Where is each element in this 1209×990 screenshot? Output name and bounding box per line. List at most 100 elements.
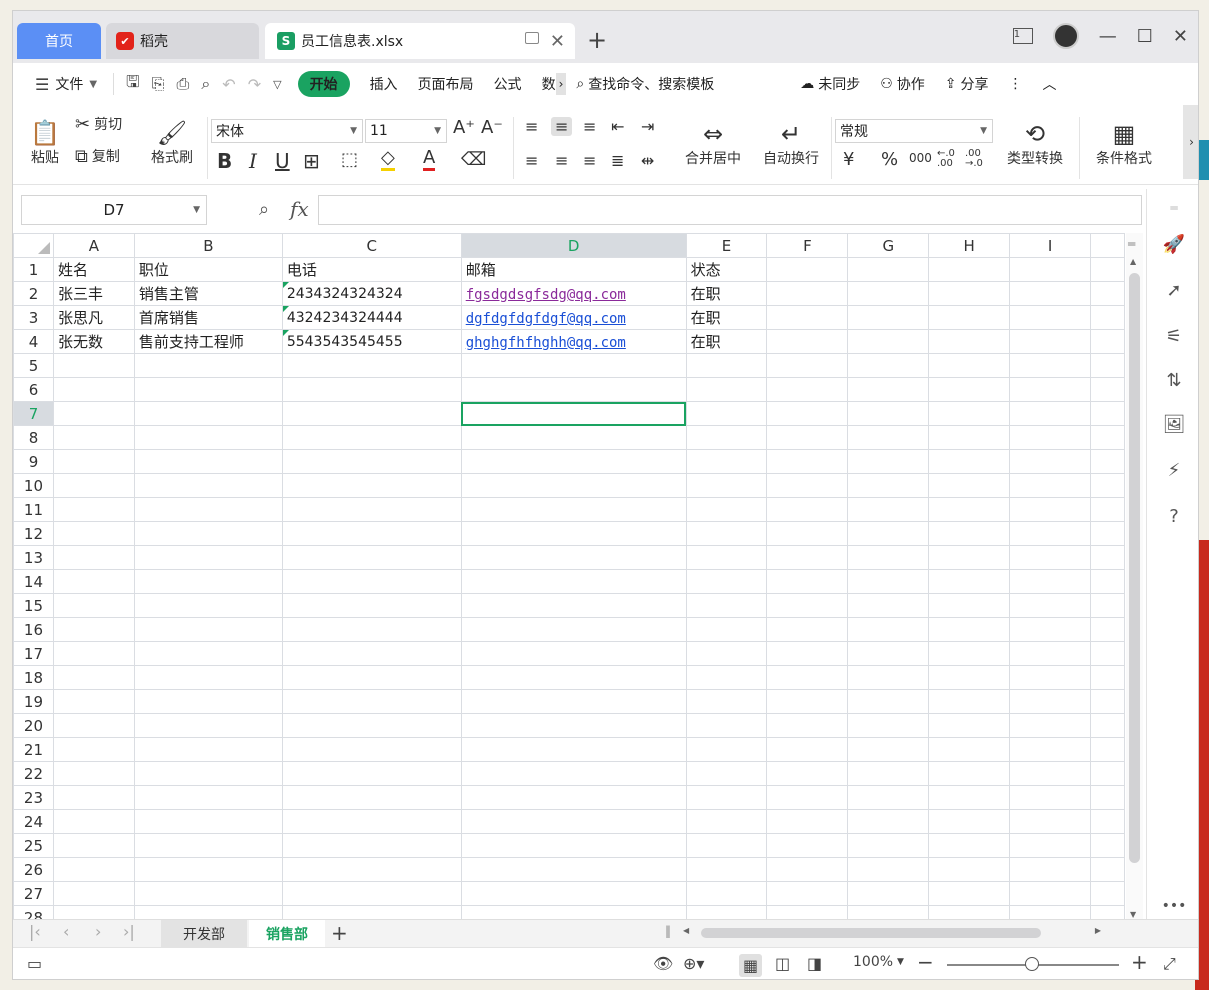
cell-h2[interactable]	[928, 281, 1011, 306]
cursor-select-icon[interactable]: ➚	[1161, 277, 1187, 303]
cell-f13[interactable]	[766, 545, 849, 570]
cell-g3[interactable]	[847, 305, 930, 330]
italic-icon[interactable]: I	[249, 149, 257, 173]
eye-protection-icon[interactable]: 👁	[653, 954, 673, 973]
prev-sheet-icon[interactable]: ‹	[63, 922, 69, 941]
cell-d8[interactable]	[460, 425, 687, 450]
row-header[interactable]: 16	[13, 617, 54, 642]
cell-g13[interactable]	[847, 545, 930, 570]
command-search[interactable]: ⌕ 查找命令、搜索模板	[576, 74, 714, 94]
sync-button[interactable]: ☁ 未同步	[800, 74, 860, 94]
cell-g14[interactable]	[847, 569, 930, 594]
cell-d26[interactable]	[460, 857, 687, 882]
cell-h20[interactable]	[928, 713, 1011, 738]
fill-color-icon[interactable]: ◇	[381, 147, 395, 171]
cell-b16[interactable]	[133, 617, 283, 642]
cell-b6[interactable]	[133, 377, 283, 402]
row-header[interactable]: 5	[13, 353, 54, 378]
cell-d15[interactable]	[460, 593, 687, 618]
align-center-icon[interactable]: ≡	[555, 151, 568, 170]
cell-g23[interactable]	[847, 785, 930, 810]
cell-g4[interactable]	[847, 329, 930, 354]
tab-document[interactable]: S 员工信息表.xlsx ✕	[265, 23, 575, 59]
cell-i10[interactable]	[1009, 473, 1091, 498]
cell-e19[interactable]	[685, 689, 768, 714]
view-mode-icon[interactable]: ⊕▾	[683, 954, 704, 973]
cell-b2[interactable]: 销售主管	[133, 281, 283, 306]
cell-h15[interactable]	[928, 593, 1011, 618]
column-header-c[interactable]: C	[281, 233, 462, 258]
bold-icon[interactable]: B	[217, 149, 232, 173]
cell-b19[interactable]	[133, 689, 283, 714]
cell-d10[interactable]	[460, 473, 687, 498]
number-format-select[interactable]: 常规 ▼	[835, 119, 993, 143]
cell-a11[interactable]	[52, 497, 135, 522]
cell-c2[interactable]: 2434324324324	[281, 281, 462, 306]
cell-d23[interactable]	[460, 785, 687, 810]
cell-b4[interactable]: 售前支持工程师	[133, 329, 283, 354]
cell-e7[interactable]	[685, 401, 768, 426]
close-tab-icon[interactable]: ✕	[550, 31, 565, 52]
cell-e5[interactable]	[685, 353, 768, 378]
decrease-font-icon[interactable]: A⁻	[481, 117, 503, 138]
cell-a4[interactable]: 张无数	[52, 329, 135, 354]
cell-c19[interactable]	[281, 689, 462, 714]
split-handle-icon[interactable]: ‖	[665, 924, 671, 938]
cell-i11[interactable]	[1009, 497, 1091, 522]
scroll-right-icon[interactable]: ▶	[1095, 926, 1101, 935]
cell-i2[interactable]	[1009, 281, 1091, 306]
cell-b14[interactable]	[133, 569, 283, 594]
image-gallery-icon[interactable]: 🖼	[1161, 411, 1187, 437]
align-middle-icon[interactable]: ≡	[551, 117, 573, 136]
cell-d17[interactable]	[460, 641, 687, 666]
border-icon[interactable]: ⊞	[303, 149, 320, 173]
cell-f21[interactable]	[766, 737, 849, 762]
cell-g9[interactable]	[847, 449, 930, 474]
cell-a10[interactable]	[52, 473, 135, 498]
convert-type-button[interactable]: ⟲ 类型转换	[997, 111, 1073, 177]
conditional-format-button[interactable]: ▦ 条件格式	[1085, 111, 1163, 177]
cell-c4[interactable]: 5543543545455	[281, 329, 462, 354]
row-header[interactable]: 17	[13, 641, 54, 666]
cell-a13[interactable]	[52, 545, 135, 570]
cell-a8[interactable]	[52, 425, 135, 450]
cell-h18[interactable]	[928, 665, 1011, 690]
row-header[interactable]: 12	[13, 521, 54, 546]
cell-g21[interactable]	[847, 737, 930, 762]
cell-b13[interactable]	[133, 545, 283, 570]
cell-f7[interactable]	[766, 401, 849, 426]
cell-e12[interactable]	[685, 521, 768, 546]
eraser-icon[interactable]: ⌫	[461, 149, 486, 170]
cell-i24[interactable]	[1009, 809, 1091, 834]
email-link[interactable]: fgsdgdsgfsdg@qq.com	[466, 287, 626, 303]
cell-f22[interactable]	[766, 761, 849, 786]
cell-i22[interactable]	[1009, 761, 1091, 786]
cell-d25[interactable]	[460, 833, 687, 858]
cell-style-icon[interactable]: ⬚	[341, 149, 358, 170]
underline-icon[interactable]: U	[275, 149, 290, 173]
cell-a1[interactable]: 姓名	[52, 257, 135, 282]
normal-view-icon[interactable]: ▦	[739, 954, 763, 977]
cell-a20[interactable]	[52, 713, 135, 738]
cell-c9[interactable]	[281, 449, 462, 474]
cell-d20[interactable]	[460, 713, 687, 738]
cell-f20[interactable]	[766, 713, 849, 738]
zoom-select[interactable]: 100% ▼	[853, 954, 904, 970]
cell-f11[interactable]	[766, 497, 849, 522]
cell-c14[interactable]	[281, 569, 462, 594]
tab-formula[interactable]: 公式	[494, 74, 522, 94]
cell-f23[interactable]	[766, 785, 849, 810]
align-top-icon[interactable]: ≡	[525, 117, 538, 136]
cell-f17[interactable]	[766, 641, 849, 666]
cell-i13[interactable]	[1009, 545, 1091, 570]
cell-b17[interactable]	[133, 641, 283, 666]
cell-a7[interactable]	[52, 401, 135, 426]
cell-a17[interactable]	[52, 641, 135, 666]
horizontal-scrollbar[interactable]: ‖ ◀ ▶	[665, 924, 1101, 940]
cell-c20[interactable]	[281, 713, 462, 738]
cell-i20[interactable]	[1009, 713, 1091, 738]
align-left-icon[interactable]: ≡	[525, 151, 538, 170]
zoom-out-icon[interactable]: −	[917, 950, 934, 974]
select-all-corner[interactable]	[13, 233, 54, 258]
sliders-icon[interactable]: ⚟	[1161, 323, 1187, 349]
